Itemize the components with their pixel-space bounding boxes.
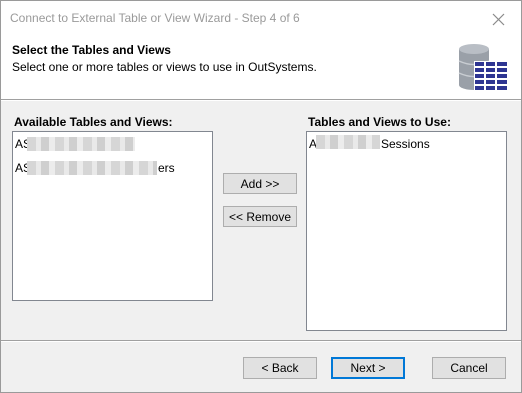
redacted-text	[316, 135, 380, 149]
step-subtitle: Select one or more tables or views to us…	[12, 60, 317, 74]
list-item-suffix: ers	[158, 161, 175, 175]
cancel-button[interactable]: Cancel	[432, 357, 506, 379]
tables-to-use-label: Tables and Views to Use:	[308, 115, 451, 129]
back-button[interactable]: < Back	[243, 357, 317, 379]
step-title: Select the Tables and Views	[12, 43, 171, 57]
header-separator	[1, 99, 521, 101]
list-item-suffix: Sessions	[381, 137, 430, 151]
available-tables-label: Available Tables and Views:	[14, 115, 173, 129]
remove-button[interactable]: << Remove	[223, 206, 297, 227]
tables-to-use-list[interactable]: A Sessions	[306, 131, 507, 331]
redacted-text	[27, 137, 135, 151]
close-icon	[492, 13, 505, 26]
window-title: Connect to External Table or View Wizard…	[10, 11, 300, 25]
redacted-text	[27, 161, 157, 175]
footer-separator	[1, 340, 521, 342]
database-table-icon	[458, 44, 508, 91]
add-button[interactable]: Add >>	[223, 173, 297, 194]
close-button[interactable]	[477, 1, 521, 37]
wizard-window: Connect to External Table or View Wizard…	[0, 0, 522, 393]
wizard-header: Select the Tables and Views Select one o…	[1, 37, 521, 99]
title-bar: Connect to External Table or View Wizard…	[1, 1, 521, 37]
next-button[interactable]: Next >	[331, 357, 405, 379]
available-tables-list[interactable]: AS AS ers	[12, 131, 213, 301]
